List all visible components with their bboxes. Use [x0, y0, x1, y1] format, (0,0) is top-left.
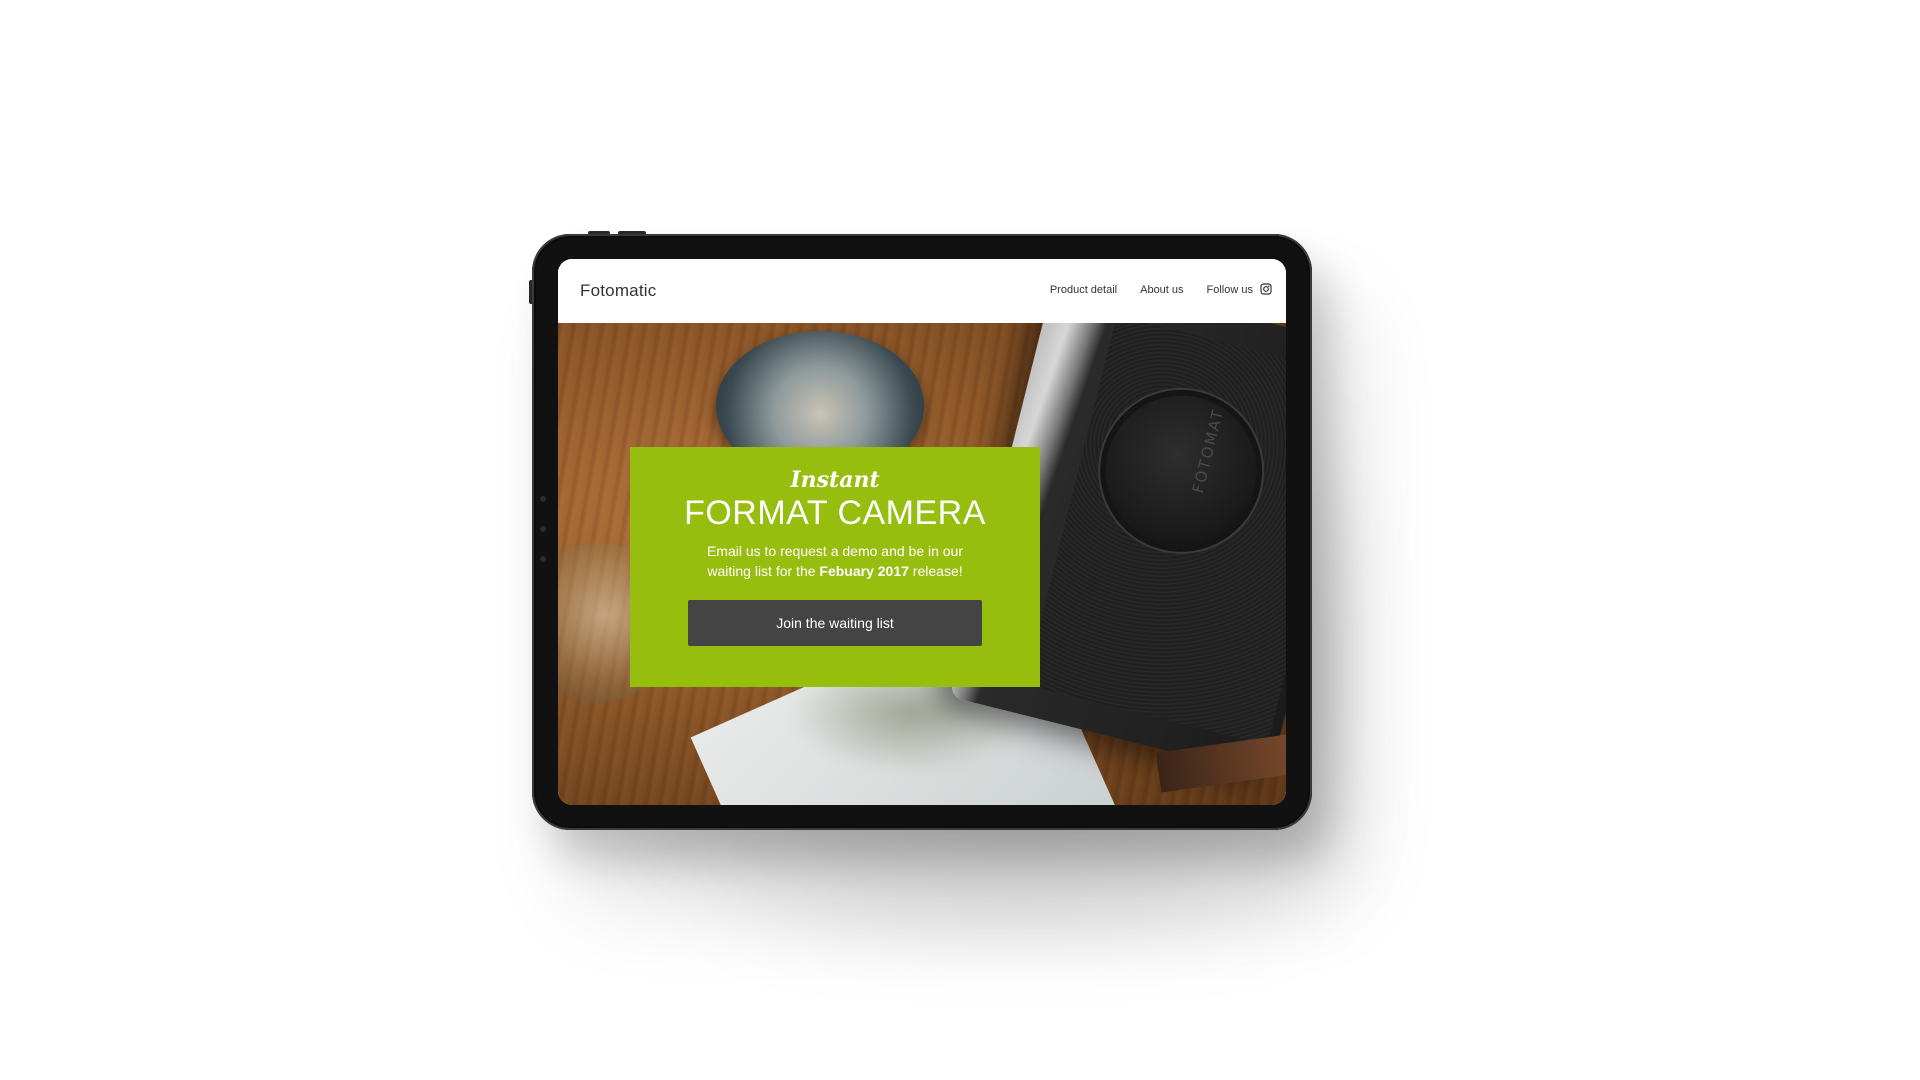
- nav-links: Product detail About us Follow us: [1027, 282, 1272, 296]
- hero-section: FOTOMAT Instant FORMAT CAMERA Email us t…: [558, 323, 1286, 805]
- tablet-sensor-dots: [540, 496, 548, 576]
- site-navbar: Fotomatic Product detail About us Follow…: [558, 259, 1286, 323]
- nav-link-follow-us-label: Follow us: [1206, 284, 1253, 296]
- site-logo[interactable]: Fotomatic: [580, 281, 656, 301]
- mockup-stage: Fotomatic Product detail About us Follow…: [0, 0, 1920, 1080]
- nav-link-about-us[interactable]: About us: [1140, 284, 1183, 296]
- tablet-device: Fotomatic Product detail About us Follow…: [532, 234, 1312, 830]
- cta-description-end: release!: [908, 563, 963, 579]
- tablet-screen: Fotomatic Product detail About us Follow…: [558, 259, 1286, 805]
- join-waiting-list-button[interactable]: Join the waiting list: [688, 600, 982, 646]
- cta-title: FORMAT CAMERA: [684, 494, 986, 532]
- instagram-icon[interactable]: [1260, 282, 1272, 295]
- nav-link-product-detail[interactable]: Product detail: [1050, 284, 1117, 296]
- cta-script-heading: Instant: [790, 467, 880, 493]
- nav-link-follow-us[interactable]: Follow us: [1206, 282, 1272, 296]
- cta-card: Instant FORMAT CAMERA Email us to reques…: [630, 447, 1040, 687]
- cta-description: Email us to request a demo and be in our…: [685, 541, 985, 581]
- cta-release-date: Febuary 2017: [819, 563, 909, 579]
